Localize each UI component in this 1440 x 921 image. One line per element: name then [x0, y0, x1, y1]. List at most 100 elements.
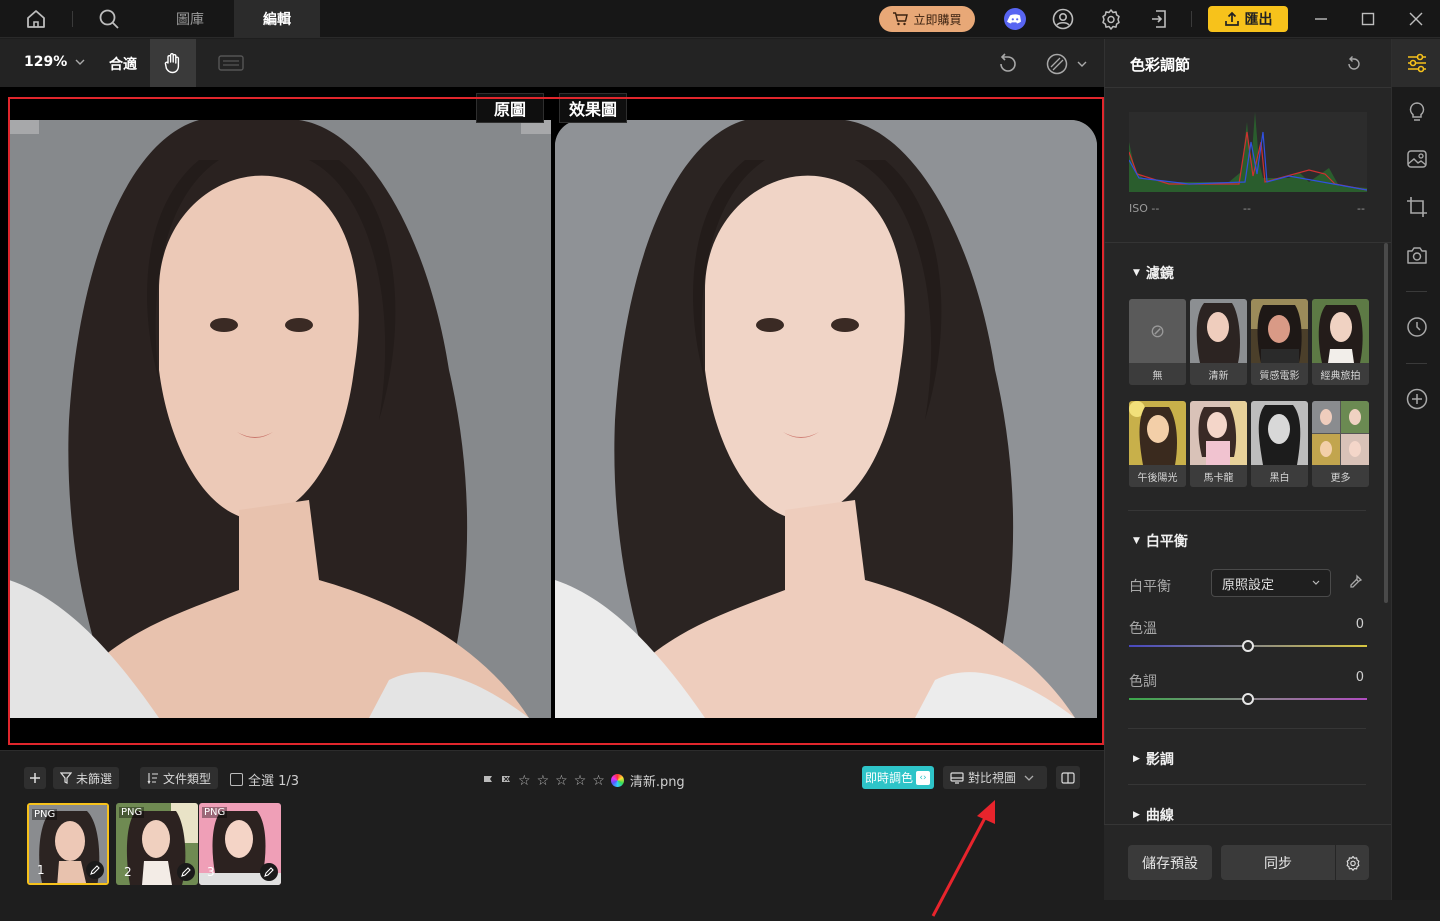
compare-mode-select[interactable] — [1045, 52, 1087, 76]
filmstrip-panel: 未篩選 文件類型 全選 1/3 ☆ ☆ ☆ ☆ ☆ 清新.png 即時調色 ‹›… — [0, 750, 1104, 917]
overlap-circles-icon — [1046, 53, 1068, 75]
settings-gear-icon[interactable] — [1099, 7, 1123, 31]
maximize-icon[interactable] — [1356, 7, 1380, 31]
divider — [72, 11, 73, 27]
reset-adjustments-icon[interactable] — [1345, 55, 1363, 73]
color-adjust-tool[interactable] — [1392, 39, 1440, 87]
caret-down-icon: ▼ — [1133, 268, 1140, 278]
ai-enhance-tool[interactable] — [1392, 89, 1440, 135]
tone-section-header[interactable]: ▶ 影調 — [1133, 749, 1174, 769]
history-tool[interactable] — [1392, 304, 1440, 350]
divider — [1191, 11, 1192, 27]
filter-cinematic[interactable]: 質感電影 — [1251, 299, 1308, 385]
flag-icon[interactable] — [482, 775, 494, 787]
divider — [1128, 728, 1366, 729]
file-type-button[interactable]: 文件類型 — [140, 767, 219, 789]
sync-button[interactable]: 同步 — [1221, 845, 1335, 880]
close-icon[interactable] — [1404, 7, 1428, 31]
reset-icon[interactable] — [996, 52, 1020, 76]
panel-scrollbar[interactable] — [1384, 243, 1388, 603]
add-tool[interactable] — [1392, 376, 1440, 422]
filter-more[interactable]: 更多 — [1312, 401, 1369, 487]
filter-button[interactable]: 未篩選 — [53, 767, 120, 789]
sort-list-icon — [147, 773, 158, 784]
keyboard-icon[interactable] — [218, 53, 244, 73]
white-balance-title: 白平衡 — [1145, 534, 1188, 550]
chevron-down-icon — [1312, 580, 1320, 585]
thumbnail-2[interactable]: PNG 2 — [116, 803, 198, 885]
crop-tool[interactable] — [1392, 184, 1440, 230]
thumbnail-1[interactable]: PNG 1 — [27, 803, 109, 885]
thumbnail-3[interactable]: PNG 3 — [199, 803, 281, 885]
buy-now-button[interactable]: 立即購買 — [879, 6, 975, 32]
filter-label: 更多 — [1312, 465, 1369, 487]
filter-label: 質感電影 — [1251, 363, 1308, 385]
save-preset-button[interactable]: 儲存預設 — [1128, 845, 1212, 880]
sync-settings-button[interactable] — [1336, 845, 1369, 880]
chevron-down-icon — [75, 59, 85, 65]
select-all-checkbox[interactable]: 全選 1/3 — [230, 770, 299, 789]
star-1-icon[interactable]: ☆ — [518, 774, 531, 788]
tint-label: 色調 — [1129, 674, 1157, 690]
home-icon[interactable] — [24, 7, 48, 31]
camera-tool[interactable] — [1392, 232, 1440, 278]
fit-button[interactable]: 合適 — [109, 54, 137, 74]
filter-preview — [1251, 299, 1308, 363]
account-icon[interactable] — [1051, 7, 1075, 31]
image-canvas[interactable]: 原圖 效果圖 — [0, 87, 1104, 750]
sliders-icon — [1407, 53, 1426, 73]
tab-library[interactable]: 圖庫 — [146, 0, 234, 38]
tint-slider-handle[interactable] — [1242, 693, 1254, 705]
temperature-slider-handle[interactable] — [1242, 640, 1254, 652]
tint-value: 0 — [1355, 670, 1364, 685]
live-color-label: 即時調色 — [865, 771, 914, 785]
filter-preview — [1251, 401, 1308, 465]
zoom-select[interactable]: 129% — [24, 54, 85, 70]
editor-toolbar: 129% 合適 — [0, 39, 1104, 87]
camera-icon — [1406, 247, 1427, 264]
tab-edit[interactable]: 編輯 — [234, 0, 320, 38]
white-balance-label: 白平衡 — [1129, 579, 1171, 595]
tool-rail — [1391, 39, 1440, 900]
sign-out-icon[interactable] — [1147, 7, 1171, 31]
add-image-button[interactable] — [24, 767, 46, 789]
reject-flag-icon[interactable] — [500, 775, 512, 787]
star-5-icon[interactable]: ☆ — [592, 774, 605, 788]
star-4-icon[interactable]: ☆ — [574, 774, 587, 788]
search-icon[interactable] — [97, 7, 121, 31]
white-balance-select[interactable]: 原照設定 — [1211, 569, 1331, 597]
title-bar: 圖庫 編輯 立即購買 匯出 — [0, 0, 1440, 38]
histogram — [1129, 112, 1367, 192]
export-button[interactable]: 匯出 — [1208, 6, 1288, 32]
filter-none[interactable]: ⊘ 無 — [1129, 299, 1186, 385]
image-tool[interactable] — [1392, 136, 1440, 182]
star-3-icon[interactable]: ☆ — [555, 774, 568, 788]
cart-icon — [893, 12, 909, 26]
minimize-icon[interactable] — [1309, 7, 1333, 31]
eyedropper-icon[interactable] — [1347, 574, 1363, 590]
chevron-down-icon — [1024, 775, 1034, 781]
compare-view-dropdown[interactable]: 對比視圖 — [943, 766, 1047, 789]
star-2-icon[interactable]: ☆ — [537, 774, 550, 788]
shutter-readout: -- — [1243, 202, 1251, 215]
divider — [1406, 291, 1427, 292]
hand-tool-button[interactable] — [150, 39, 196, 87]
filter-afternoon-sun[interactable]: 午後陽光 — [1129, 401, 1186, 487]
live-color-toggle[interactable]: 即時調色 ‹› — [862, 766, 934, 789]
filter-fresh[interactable]: 清新 — [1190, 299, 1247, 385]
white-balance-section-header[interactable]: ▼ 白平衡 — [1133, 531, 1188, 551]
filter-preview — [1190, 401, 1247, 465]
png-badge: PNG — [32, 809, 58, 820]
filters-section-header[interactable]: ▼ 濾鏡 — [1133, 263, 1174, 283]
filter-classic-travel[interactable]: 經典旅拍 — [1312, 299, 1369, 385]
pencil-icon[interactable] — [177, 863, 195, 881]
curve-title: 曲線 — [1145, 808, 1174, 824]
pencil-icon[interactable] — [86, 861, 104, 879]
discord-icon[interactable] — [1003, 7, 1027, 31]
split-view-button[interactable] — [1056, 766, 1080, 789]
filter-macaron[interactable]: 馬卡龍 — [1190, 401, 1247, 487]
pencil-icon[interactable] — [260, 863, 278, 881]
rating-bar: ☆ ☆ ☆ ☆ ☆ 清新.png — [482, 771, 685, 790]
filter-black-white[interactable]: 黑白 — [1251, 401, 1308, 487]
curve-section-header[interactable]: ▶ 曲線 — [1133, 805, 1174, 825]
